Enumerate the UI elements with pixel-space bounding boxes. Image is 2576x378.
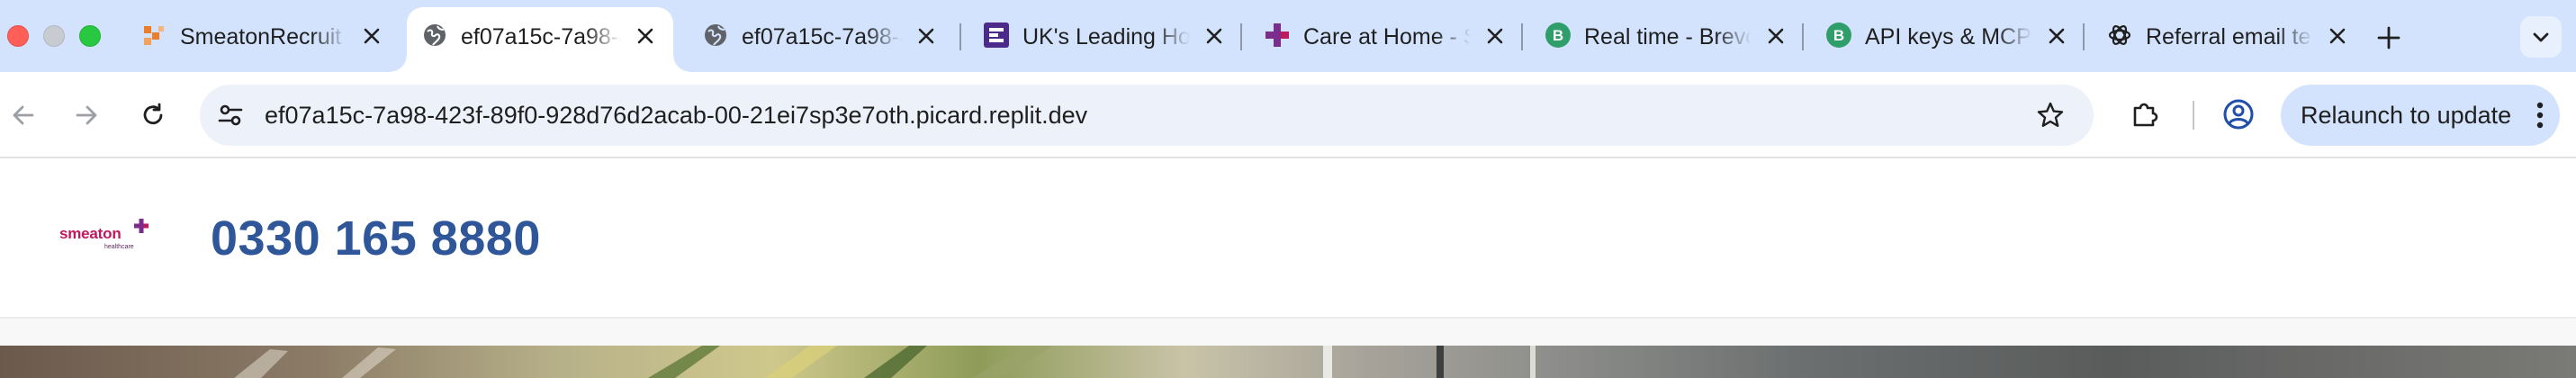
address-bar[interactable]: ef07a15c-7a98-423f-89f0-928d76d2acab-00-… bbox=[200, 85, 2094, 146]
globe-icon bbox=[421, 22, 448, 49]
tab-strip: SmeatonRecruit ef07a15c-7a98-423f ef bbox=[0, 0, 2576, 72]
forward-button[interactable] bbox=[67, 95, 106, 135]
tab-separator bbox=[1240, 23, 1242, 50]
tab-label: ef07a15c-7a98-423f bbox=[742, 23, 902, 50]
tab-label: Care at Home - Smeaton bbox=[1303, 23, 1471, 50]
chevron-down-icon bbox=[2533, 32, 2549, 42]
tab-close-icon[interactable] bbox=[632, 22, 659, 50]
profile-icon bbox=[2223, 99, 2254, 130]
tab-label: SmeatonRecruit bbox=[180, 23, 347, 50]
arrow-left-icon bbox=[13, 105, 34, 125]
tab-uk-leading[interactable]: UK's Leading Home Care bbox=[968, 7, 1242, 72]
tab-separator bbox=[1521, 23, 1523, 50]
header-gap bbox=[0, 320, 2576, 346]
tab-separator bbox=[959, 23, 961, 50]
back-button[interactable] bbox=[4, 95, 43, 135]
globe-icon bbox=[702, 22, 729, 49]
reload-icon bbox=[143, 103, 163, 125]
brevo-favicon-icon: B bbox=[1545, 22, 1572, 49]
tab-separator bbox=[2083, 23, 2085, 50]
smeaton-recruit-favicon-icon bbox=[140, 22, 167, 49]
relaunch-label: Relaunch to update bbox=[2301, 102, 2512, 129]
browser-toolbar: ef07a15c-7a98-423f-89f0-928d76d2acab-00-… bbox=[0, 72, 2576, 158]
tab-label: UK's Leading Home Care bbox=[1022, 23, 1190, 50]
tab-brevo-realtime[interactable]: B Real time - Brevo bbox=[1530, 7, 1804, 72]
new-tab-button[interactable] bbox=[2373, 22, 2405, 54]
tab-close-icon[interactable] bbox=[1762, 22, 1789, 50]
tab-close-icon[interactable] bbox=[913, 22, 940, 50]
window-minimize-button[interactable] bbox=[43, 25, 65, 47]
tab-label: API keys & MCP bbox=[1865, 23, 2032, 50]
more-vert-icon[interactable] bbox=[2531, 99, 2549, 131]
tab-close-icon[interactable] bbox=[2043, 22, 2070, 50]
puzzle-icon bbox=[2133, 103, 2158, 127]
tab-separator bbox=[1802, 23, 1804, 50]
tab-label: Real time - Brevo bbox=[1584, 23, 1752, 50]
brevo-favicon-icon: B bbox=[1825, 22, 1852, 49]
tab-smeaton-recruit[interactable]: SmeatonRecruit bbox=[126, 7, 400, 72]
plus-icon bbox=[2377, 26, 2400, 50]
tab-replit-dev[interactable]: ef07a15c-7a98-423f bbox=[688, 7, 954, 72]
tab-label: ef07a15c-7a98-423f bbox=[461, 23, 621, 50]
logo-subtext: healthcare bbox=[104, 244, 134, 250]
uk-leading-favicon-icon bbox=[983, 22, 1010, 49]
relaunch-button[interactable]: Relaunch to update bbox=[2281, 85, 2560, 146]
tab-label: Referral email template bbox=[2146, 23, 2313, 50]
window-maximize-button[interactable] bbox=[79, 25, 101, 47]
profile-button[interactable] bbox=[2218, 94, 2259, 135]
tab-replit-dev-active[interactable]: ef07a15c-7a98-423f bbox=[391, 7, 689, 72]
site-header: smeaton healthcare 0330 165 8880 bbox=[0, 158, 2576, 319]
site-info-icon[interactable] bbox=[216, 101, 245, 130]
logo-plus-icon bbox=[134, 219, 149, 233]
tab-close-icon[interactable] bbox=[1482, 22, 1509, 50]
arrow-right-icon bbox=[76, 105, 97, 125]
tab-brevo-api-keys[interactable]: B API keys & MCP bbox=[1811, 7, 2085, 72]
extensions-button[interactable] bbox=[2124, 94, 2166, 135]
logo-wordmark: smeaton bbox=[59, 225, 122, 242]
reload-button[interactable] bbox=[133, 95, 173, 135]
tab-close-icon[interactable] bbox=[358, 22, 385, 50]
phone-number[interactable]: 0330 165 8880 bbox=[211, 211, 541, 266]
url-text[interactable]: ef07a15c-7a98-423f-89f0-928d76d2acab-00-… bbox=[265, 100, 1087, 130]
web-page: smeaton healthcare 0330 165 8880 bbox=[0, 158, 2576, 378]
tab-close-icon[interactable] bbox=[2324, 22, 2351, 50]
tab-close-icon[interactable] bbox=[1201, 22, 1228, 50]
openai-favicon-icon bbox=[2106, 22, 2133, 49]
hero-image bbox=[0, 346, 2576, 378]
window-close-button[interactable] bbox=[7, 25, 29, 47]
tab-care-at-home[interactable]: Care at Home - Smeaton bbox=[1249, 7, 1523, 72]
tab-search-button[interactable] bbox=[2520, 16, 2562, 58]
tab-referral-email[interactable]: Referral email template bbox=[2092, 7, 2365, 72]
toolbar-separator bbox=[2193, 101, 2194, 130]
bookmark-star-icon[interactable] bbox=[2034, 99, 2067, 131]
care-at-home-favicon-icon bbox=[1264, 22, 1291, 49]
svg-text:B: B bbox=[1553, 27, 1563, 44]
svg-text:B: B bbox=[1833, 27, 1844, 44]
smeaton-logo[interactable]: smeaton healthcare bbox=[58, 218, 157, 257]
